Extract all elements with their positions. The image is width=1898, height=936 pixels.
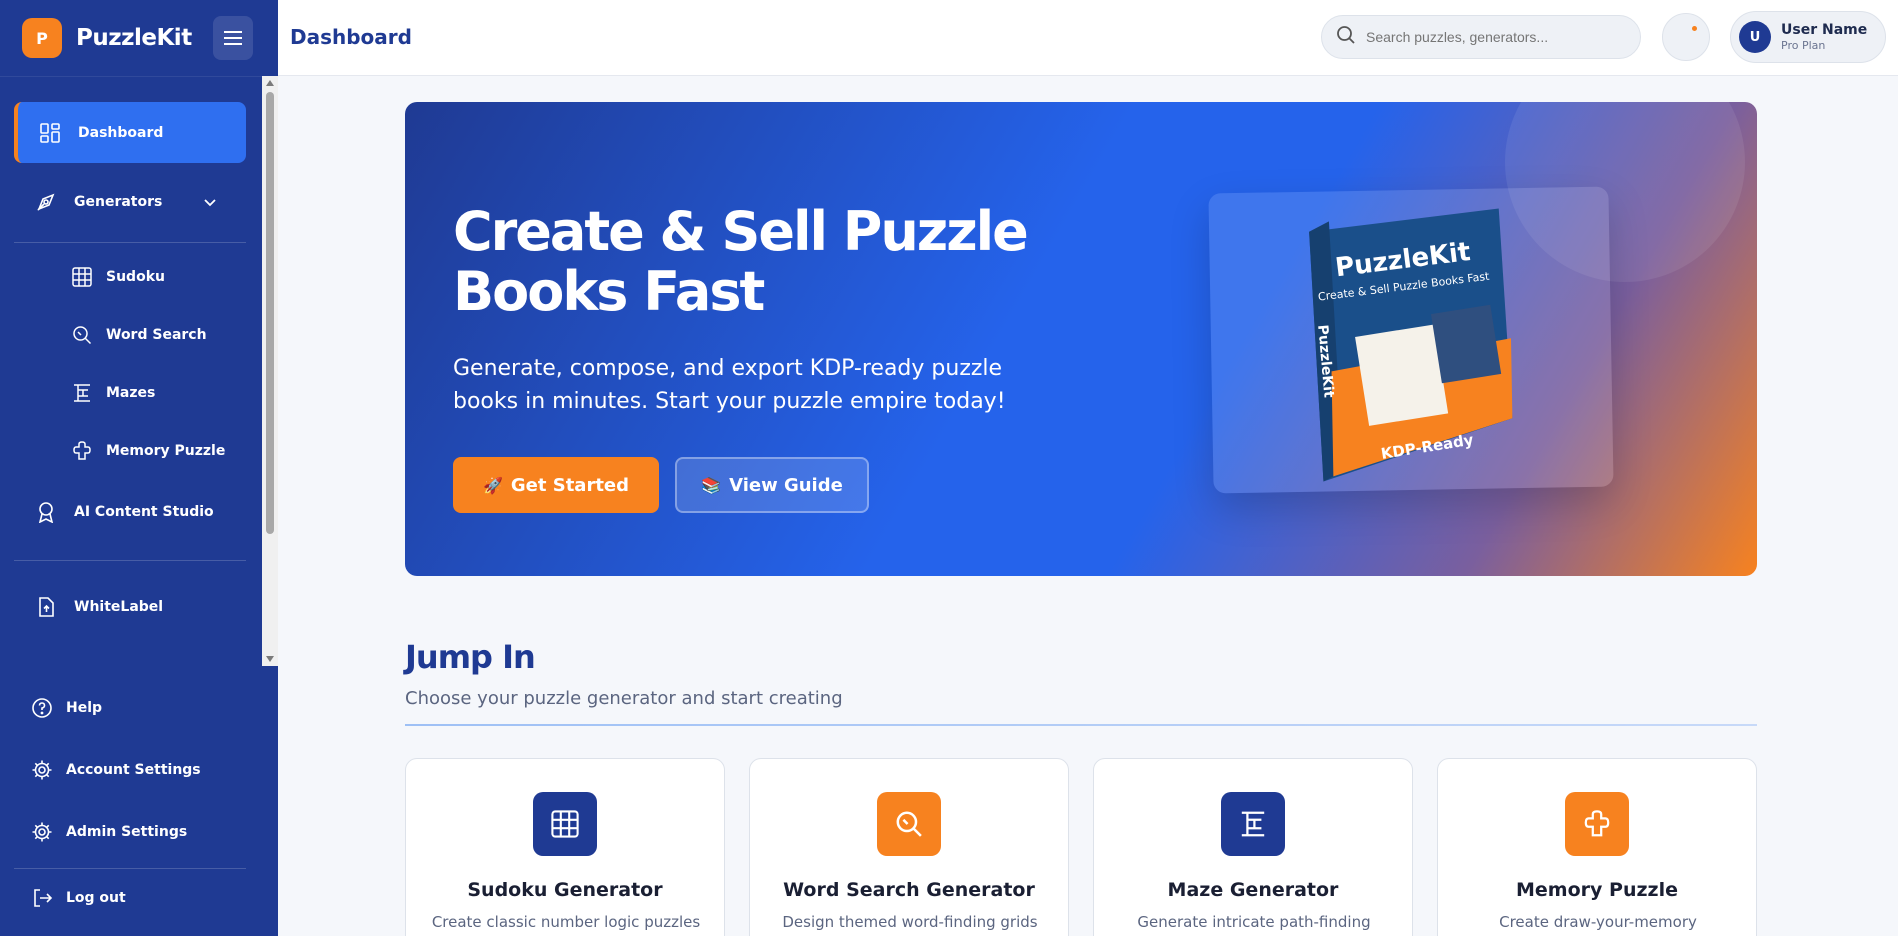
scrollbar-thumb[interactable]: [266, 92, 274, 534]
sidebar-item-label: Memory Puzzle: [106, 443, 226, 459]
notification-dot: [1692, 26, 1697, 31]
generator-card-memory-puzzle[interactable]: Memory Puzzle Create draw-your-memory: [1437, 758, 1757, 936]
grid-icon: [70, 265, 94, 289]
card-title: Sudoku Generator: [467, 879, 663, 901]
hero-title: Create & Sell Puzzle Books Fast: [453, 200, 1029, 323]
sidebar-item-word-search[interactable]: Word Search: [70, 323, 207, 347]
award-icon: [34, 500, 58, 524]
get-started-label: Get Started: [510, 474, 630, 496]
sidebar-item-label: Dashboard: [78, 124, 164, 141]
section-divider: [405, 724, 1757, 726]
product-box-image: PuzzleKit Create & Sell Puzzle Books Fas…: [1208, 186, 1614, 494]
sidebar-item-label: Help: [66, 700, 103, 716]
user-plan: Pro Plan: [1781, 39, 1826, 52]
sidebar-item-memory-puzzle[interactable]: Memory Puzzle: [70, 439, 225, 463]
search-icon: [877, 792, 941, 856]
hamburger-icon: [224, 31, 242, 45]
card-title: Word Search Generator: [783, 879, 1035, 901]
sidebar-divider: [14, 560, 246, 561]
avatar: U: [1739, 21, 1771, 53]
sidebar-item-label: Sudoku: [106, 269, 165, 285]
card-title: Memory Puzzle: [1516, 879, 1678, 901]
view-guide-label: View Guide: [729, 474, 843, 496]
search-box[interactable]: [1321, 15, 1641, 59]
grid-icon: [533, 792, 597, 856]
chevron-down-icon: [202, 194, 218, 214]
file-upload-icon: [34, 595, 58, 619]
puzzle-piece-icon: [70, 439, 94, 463]
sidebar-item-mazes[interactable]: Mazes: [70, 381, 155, 405]
sidebar-item-sudoku[interactable]: Sudoku: [70, 265, 165, 289]
sidebar-item-label: WhiteLabel: [74, 599, 164, 615]
sidebar-item-label: Admin Settings: [66, 824, 188, 840]
card-description: Create draw-your-memory: [1499, 913, 1697, 931]
dashboard-grid-icon: [38, 121, 62, 145]
gear-icon: [30, 820, 54, 844]
sidebar-scrollbar[interactable]: [262, 76, 278, 666]
section-subtitle: Choose your puzzle generator and start c…: [405, 688, 843, 709]
pen-tool-icon: [34, 190, 58, 214]
sidebar-item-help[interactable]: Help: [30, 696, 102, 720]
gear-icon: [30, 758, 54, 782]
help-icon: [30, 696, 54, 720]
page-title: Dashboard: [290, 25, 412, 49]
sidebar: P PuzzleKit Dashboard Generators Sudoku …: [0, 0, 278, 936]
user-name: User Name: [1781, 22, 1868, 38]
hero-subtitle: Generate, compose, and export KDP-ready …: [453, 356, 1006, 414]
sidebar-item-account-settings[interactable]: Account Settings: [30, 758, 201, 782]
search-icon: [70, 323, 94, 347]
sidebar-item-label: Generators: [74, 194, 163, 210]
sidebar-divider: [14, 868, 246, 869]
maze-icon: [70, 381, 94, 405]
notifications-button[interactable]: [1662, 13, 1710, 61]
sidebar-item-whitelabel[interactable]: WhiteLabel: [34, 595, 163, 619]
sidebar-item-logout[interactable]: Log out: [30, 886, 126, 910]
books-icon: 📚: [701, 475, 722, 495]
search-input[interactable]: [1366, 29, 1616, 45]
brand-name: PuzzleKit: [76, 25, 192, 51]
card-title: Maze Generator: [1167, 879, 1339, 901]
hero-banner: Create & Sell Puzzle Books Fast Generate…: [405, 102, 1757, 576]
sidebar-divider: [14, 242, 246, 243]
sidebar-item-label: AI Content Studio: [74, 504, 214, 520]
card-description: Design themed word-finding grids: [782, 913, 1038, 931]
sidebar-item-generators[interactable]: Generators: [34, 190, 224, 214]
generator-card-sudoku[interactable]: Sudoku Generator Create classic number l…: [405, 758, 725, 936]
scroll-up-arrow-icon[interactable]: [266, 80, 274, 86]
sidebar-item-admin-settings[interactable]: Admin Settings: [30, 820, 187, 844]
sidebar-item-dashboard[interactable]: Dashboard: [14, 102, 246, 163]
maze-icon: [1221, 792, 1285, 856]
rocket-icon: 🚀: [482, 475, 503, 495]
sidebar-nav: [0, 76, 278, 666]
sidebar-item-label: Word Search: [106, 327, 207, 343]
sidebar-item-label: Log out: [66, 890, 126, 906]
card-description: Generate intricate path-finding: [1137, 913, 1371, 931]
generator-card-maze[interactable]: Maze Generator Generate intricate path-f…: [1093, 758, 1413, 936]
top-header: Dashboard U User Name Pro Plan: [278, 0, 1898, 76]
menu-toggle-button[interactable]: [213, 16, 253, 60]
sidebar-item-label: Mazes: [106, 385, 156, 401]
view-guide-button[interactable]: 📚 View Guide: [675, 457, 869, 513]
card-description: Create classic number logic puzzles: [431, 913, 701, 931]
user-menu[interactable]: U User Name Pro Plan: [1730, 11, 1886, 63]
puzzlekit-box-illustration: PuzzleKit Create & Sell Puzzle Books Fas…: [1309, 208, 1513, 482]
logout-icon: [30, 886, 54, 910]
brand-logo: P: [22, 18, 62, 58]
user-info: User Name Pro Plan: [1781, 22, 1867, 52]
sidebar-item-label: Account Settings: [66, 762, 201, 778]
section-title: Jump In: [405, 638, 536, 676]
generator-card-word-search[interactable]: Word Search Generator Design themed word…: [749, 758, 1069, 936]
search-icon: [1336, 25, 1356, 49]
scroll-down-arrow-icon[interactable]: [266, 656, 274, 662]
sidebar-item-ai-content-studio[interactable]: AI Content Studio: [34, 500, 214, 524]
puzzle-piece-icon: [1565, 792, 1629, 856]
get-started-button[interactable]: 🚀 Get Started: [453, 457, 659, 513]
